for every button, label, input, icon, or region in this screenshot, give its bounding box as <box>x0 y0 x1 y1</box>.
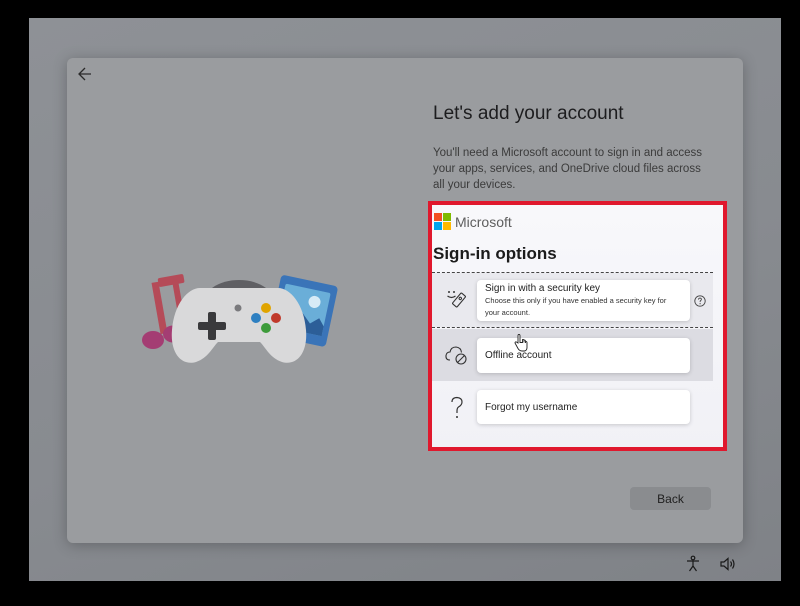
offline-cloud-icon <box>445 346 467 365</box>
option-label: Sign in with a security key <box>485 283 601 294</box>
microsoft-brand: Microsoft <box>434 213 512 230</box>
signin-options-heading: Sign-in options <box>433 244 557 263</box>
selection-bottom-border <box>432 327 713 328</box>
game-controller-icon <box>171 280 307 363</box>
setup-illustration <box>142 274 338 363</box>
option-sublabel: Choose this only if you have enabled a s… <box>485 296 667 317</box>
microsoft-logo-icon <box>434 213 451 230</box>
microsoft-logo-square <box>434 222 442 230</box>
microsoft-wordmark: Microsoft <box>455 213 512 230</box>
option-forgot-username[interactable]: Forgot my username <box>432 385 713 435</box>
microsoft-logo-square <box>443 222 451 230</box>
option-security-key[interactable]: Sign in with a security key Choose this … <box>432 273 713 327</box>
microsoft-logo-square <box>434 213 442 221</box>
hand-pointer-cursor-icon <box>514 334 528 352</box>
option-card-offline-account[interactable]: Offline account <box>477 338 690 373</box>
option-card-forgot-username[interactable]: Forgot my username <box>477 390 690 424</box>
page-title: Let's add your account <box>433 103 624 124</box>
microsoft-logo-square <box>443 213 451 221</box>
option-offline-account[interactable]: Offline account <box>432 329 713 381</box>
back-button[interactable]: Back <box>630 487 711 510</box>
security-key-icon <box>447 291 466 308</box>
accessibility-icon[interactable] <box>684 555 702 573</box>
question-mark-icon <box>451 396 463 418</box>
arrow-left-icon[interactable] <box>74 63 98 85</box>
signin-options-panel: Microsoft Sign-in options Sign in with a… <box>428 201 727 451</box>
option-card-security-key[interactable]: Sign in with a security key Choose this … <box>477 280 690 321</box>
page-description: You'll need a Microsoft account to sign … <box>433 147 702 191</box>
help-circle-icon[interactable] <box>694 295 706 307</box>
option-label: Forgot my username <box>485 401 578 413</box>
volume-icon[interactable] <box>719 555 737 573</box>
